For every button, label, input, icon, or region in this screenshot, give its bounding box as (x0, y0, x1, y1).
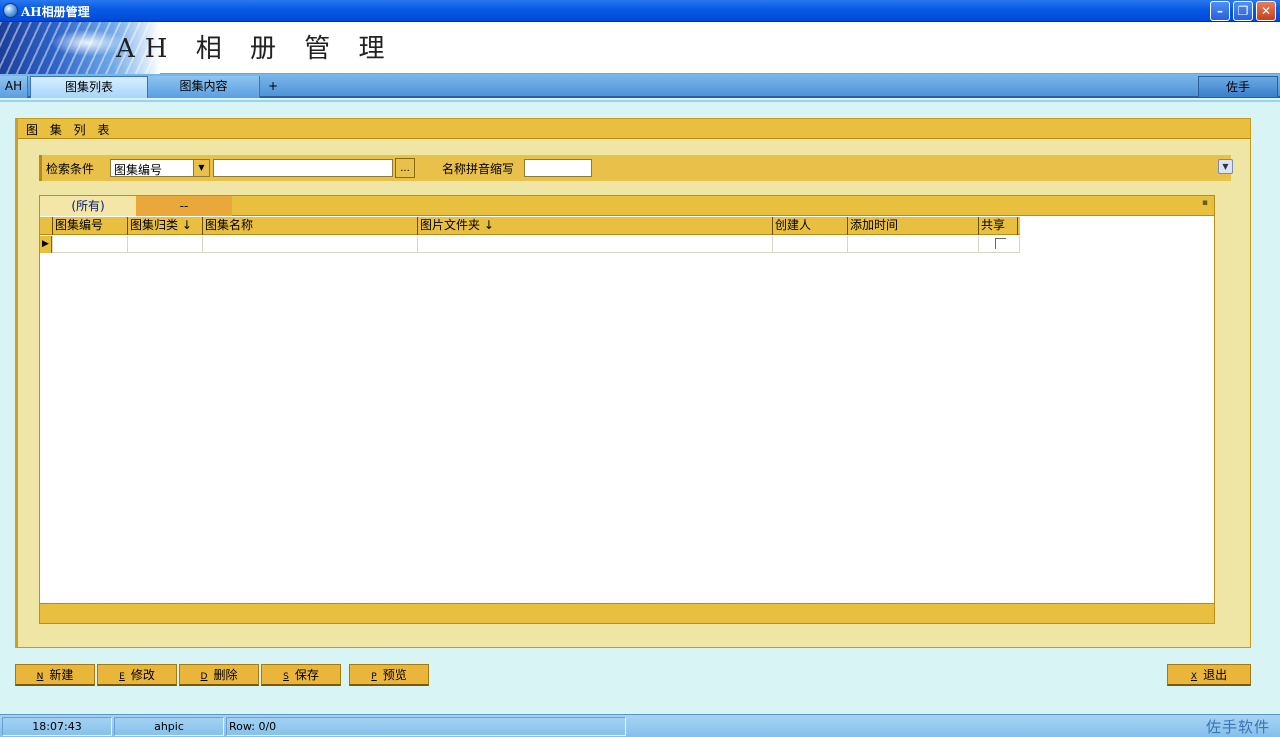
table-row[interactable]: ▶ (40, 236, 1020, 253)
shared-checkbox[interactable] (995, 238, 1006, 249)
search-field-value: 图集编号 (114, 163, 163, 177)
album-list-panel: 图 集 列 表 检索条件 图集编号 ▼ ... 名称拼音缩写 ▼ (所有) --… (15, 118, 1251, 648)
col-album-category[interactable]: 图集归类 ↓ (127, 217, 202, 235)
app-banner-title: AH 相 册 管 理 (116, 34, 395, 64)
edit-button[interactable]: E 修改 (97, 664, 177, 686)
preview-label: 预览 (382, 668, 407, 682)
helper-button[interactable]: 佐手 (1198, 76, 1278, 98)
expand-chevron-icon[interactable]: ▼ (1218, 159, 1233, 174)
browse-button[interactable]: ... (395, 158, 415, 178)
save-button[interactable]: S 保存 (261, 664, 341, 686)
filter-tab-all[interactable]: (所有) (40, 196, 136, 216)
filter-tab-dash[interactable]: -- (136, 196, 232, 216)
album-grid: (所有) -- ▪ 图集编号 图集归类 ↓ 图集名称 图片文件夹 ↓ 创建人 添… (39, 195, 1215, 624)
delete-shortcut-key: D (200, 672, 208, 682)
grid-column-header: 图集编号 图集归类 ↓ 图集名称 图片文件夹 ↓ 创建人 添加时间 共享 (40, 217, 1020, 235)
cell-added-time[interactable] (847, 236, 978, 253)
col-added-time[interactable]: 添加时间 (847, 217, 978, 235)
window-titlebar: AH相册管理 – ❐ ✕ (0, 0, 1280, 22)
cell-album-id[interactable] (52, 236, 127, 253)
status-bar: 18:07:43 ahpic Row: 0/0 佐手软件 (0, 714, 1280, 737)
cell-picture-folder[interactable] (417, 236, 772, 253)
col-creator[interactable]: 创建人 (772, 217, 847, 235)
save-label: 保存 (294, 668, 319, 682)
close-button[interactable]: ✕ (1256, 1, 1276, 21)
status-row-count: Row: 0/0 (226, 717, 626, 736)
panel-header: 图 集 列 表 (18, 119, 1250, 139)
cell-album-category[interactable] (127, 236, 202, 253)
preview-shortcut-key: P (371, 672, 377, 682)
search-condition-label: 检索条件 (46, 162, 95, 176)
minimize-button[interactable]: – (1210, 1, 1230, 21)
edit-label: 修改 (130, 668, 155, 682)
exit-shortcut-key: X (1190, 672, 1198, 682)
col-picture-folder[interactable]: 图片文件夹 ↓ (417, 217, 772, 235)
search-bar: 检索条件 图集编号 ▼ ... 名称拼音缩写 ▼ (39, 155, 1233, 181)
col-shared[interactable]: 共享 (978, 217, 1018, 235)
brand-label: 佐手软件 (1205, 718, 1270, 736)
col-album-id[interactable]: 图集编号 (52, 217, 127, 235)
module-tab-strip: AH 图集列表 图集内容 + 佐手 (0, 74, 1280, 98)
header-banner: AH 相 册 管 理 (0, 22, 1280, 74)
grid-footer (40, 603, 1214, 623)
maximize-button[interactable]: ❐ (1233, 1, 1253, 21)
preview-button[interactable]: P 预览 (349, 664, 429, 686)
new-shortcut-key: N (36, 672, 44, 682)
new-label: 新建 (49, 668, 74, 682)
panel-title: 图 集 列 表 (26, 123, 114, 137)
grid-filter-tabs: (所有) -- ▪ (40, 196, 1214, 216)
delete-label: 删除 (213, 668, 238, 682)
pinyin-input[interactable] (524, 159, 592, 177)
status-user: ahpic (114, 717, 224, 736)
pinyin-label: 名称拼音缩写 (442, 162, 515, 176)
tab-album-content[interactable]: 图集内容 (148, 76, 260, 98)
search-field-select[interactable]: 图集编号 ▼ (110, 159, 210, 177)
tab-album-list[interactable]: 图集列表 (30, 76, 148, 98)
cell-creator[interactable] (772, 236, 847, 253)
cell-album-name[interactable] (202, 236, 417, 253)
status-time: 18:07:43 (2, 717, 112, 736)
row-pointer-icon: ▶ (40, 236, 52, 253)
exit-label: 退出 (1203, 668, 1228, 682)
search-input[interactable] (213, 159, 393, 177)
chevron-down-icon[interactable]: ▼ (193, 160, 209, 176)
edit-shortcut-key: E (119, 672, 125, 682)
exit-button[interactable]: X 退出 (1167, 664, 1251, 686)
delete-button[interactable]: D 删除 (179, 664, 259, 686)
add-tab-button[interactable]: + (262, 76, 284, 98)
tab-ah[interactable]: AH (0, 76, 28, 98)
divider (0, 100, 1280, 102)
new-button[interactable]: N 新建 (15, 664, 95, 686)
save-shortcut-key: S (283, 672, 289, 682)
pin-icon[interactable]: ▪ (1202, 198, 1208, 208)
window-title: AH相册管理 (21, 5, 90, 19)
app-globe-icon (3, 3, 18, 18)
col-album-name[interactable]: 图集名称 (202, 217, 417, 235)
